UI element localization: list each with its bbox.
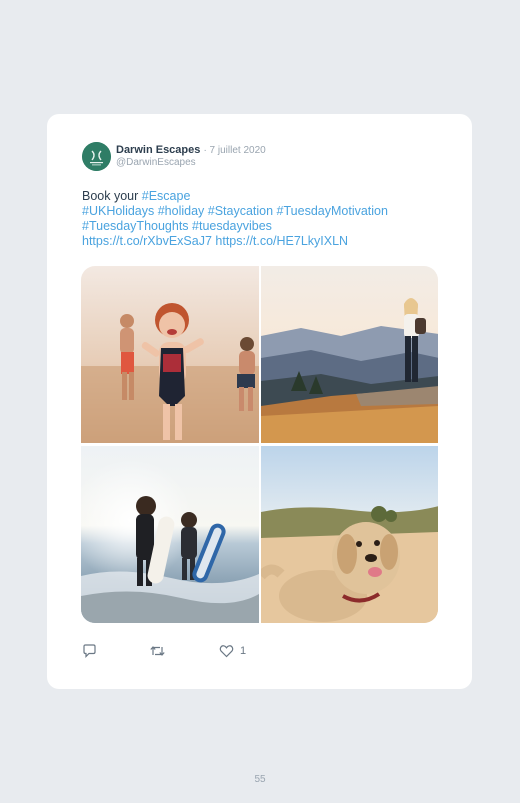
photo-hiker-mountain-view[interactable] (261, 266, 438, 443)
photo-children-running-beach[interactable] (81, 266, 259, 443)
tweet-text: Book your #Escape #UKHolidays #holiday #… (82, 189, 452, 249)
heart-icon (219, 645, 234, 658)
page-number: 55 (254, 774, 266, 785)
retweet-icon (150, 646, 165, 656)
author-handle[interactable]: @DarwinEscapes (116, 157, 196, 168)
hashtag-escape[interactable]: #Escape (142, 189, 191, 203)
reply-button[interactable] (82, 644, 97, 658)
photo-kids-bodyboards-surf[interactable] (81, 446, 259, 623)
photo-dog-on-beach[interactable] (261, 446, 438, 623)
tweet-links[interactable]: https://t.co/rXbvExSaJ7 https://t.co/HE7… (82, 234, 452, 249)
like-button[interactable]: 1 (219, 644, 246, 658)
tweet-date[interactable]: · 7 juillet 2020 (203, 145, 265, 156)
author-line: Darwin Escapes · 7 juillet 2020 (116, 144, 266, 156)
tweet-card: Darwin Escapes · 7 juillet 2020 @DarwinE… (47, 114, 472, 689)
avatar[interactable] (82, 142, 111, 171)
reply-icon (83, 644, 96, 658)
author-name[interactable]: Darwin Escapes (116, 144, 200, 156)
text-prefix: Book your (82, 189, 142, 203)
hashtags-line-2[interactable]: #UKHolidays #holiday #Staycation #Tuesda… (82, 204, 452, 219)
brand-logo (82, 142, 111, 171)
tweet-actions: 1 (82, 644, 282, 660)
hashtags-line-3[interactable]: #TuesdayThoughts #tuesdayvibes (82, 219, 452, 234)
like-count: 1 (240, 645, 247, 657)
photo-grid (81, 266, 438, 623)
retweet-button[interactable] (149, 644, 166, 658)
